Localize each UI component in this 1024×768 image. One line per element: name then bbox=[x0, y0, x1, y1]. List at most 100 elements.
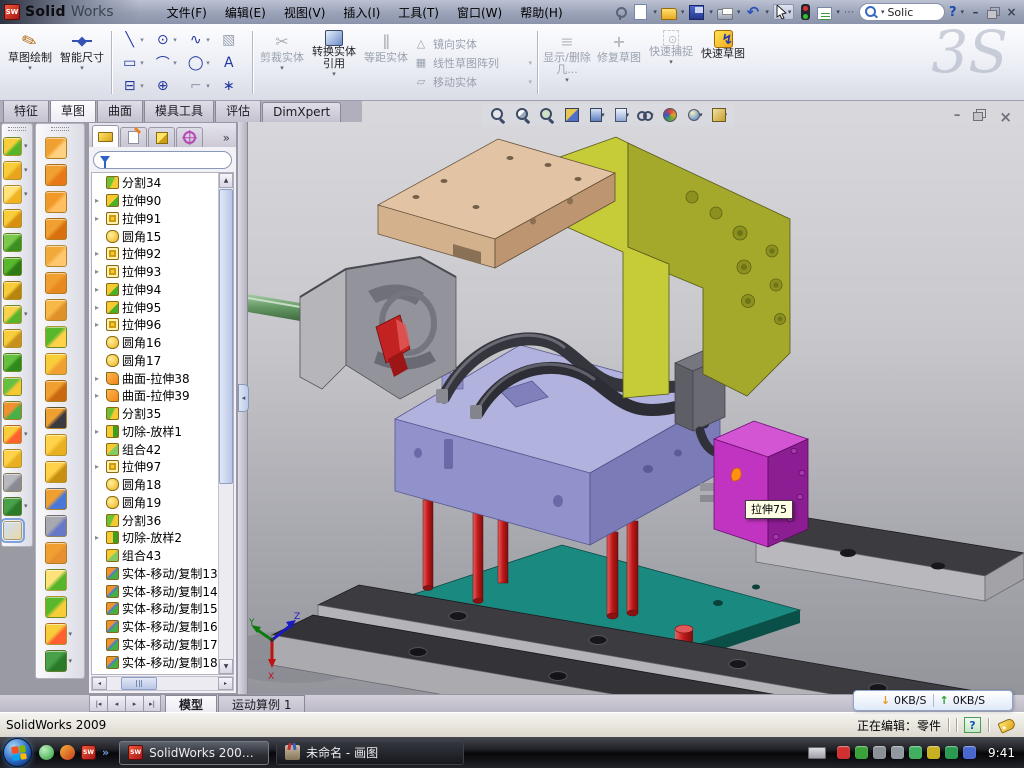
command-button[interactable]: 草图绘制 ▾ bbox=[4, 27, 56, 98]
tree-item[interactable]: ▸ 分割34 bbox=[92, 174, 218, 192]
save-button[interactable] bbox=[689, 5, 704, 20]
tree-item[interactable]: ▸ 实体-移动/复制14 bbox=[92, 582, 218, 600]
menu-item[interactable]: 窗口(W) bbox=[448, 1, 511, 24]
tree-item[interactable]: ▸ 拉伸94 bbox=[92, 281, 218, 299]
sketch-entity-button[interactable]: ⊕ ▾ bbox=[149, 74, 182, 97]
tab-property-manager[interactable] bbox=[120, 127, 147, 147]
save-dropdown[interactable]: ▾ bbox=[709, 8, 713, 16]
display-style-button[interactable] bbox=[612, 106, 630, 124]
help-dropdown[interactable]: ▾ bbox=[960, 8, 964, 16]
command-button[interactable]: 智能尺寸 ▾ bbox=[56, 27, 108, 98]
tree-item[interactable]: ▸ 切除-放样2 bbox=[92, 529, 218, 547]
help-button[interactable]: ? bbox=[949, 5, 957, 20]
expand-arrow-icon[interactable]: ▸ bbox=[95, 462, 103, 471]
untrim-surface-icon[interactable] bbox=[45, 461, 67, 483]
undo-button[interactable]: ↶ bbox=[744, 4, 761, 21]
select-dropdown[interactable]: ▾ bbox=[788, 8, 792, 16]
previous-view-button[interactable] bbox=[538, 106, 556, 124]
zoom-to-area-button[interactable] bbox=[514, 106, 532, 124]
menu-item[interactable]: 文件(F) bbox=[158, 1, 216, 24]
apply-scene-button[interactable] bbox=[685, 106, 703, 124]
hole-wizard-icon[interactable] bbox=[3, 281, 22, 300]
sketch-entity-button[interactable]: A ▾ bbox=[215, 51, 248, 74]
tree-item[interactable]: ▸ 实体-移动/复制17 bbox=[92, 636, 218, 654]
toolbar-grip[interactable] bbox=[8, 127, 26, 131]
surface-helix-icon[interactable] bbox=[45, 650, 67, 672]
model-tab[interactable]: 模型 bbox=[165, 695, 217, 712]
scrollbar-thumb[interactable] bbox=[219, 189, 233, 484]
tree-item[interactable]: ▸ 拉伸97 bbox=[92, 458, 218, 476]
ribbon-tab[interactable]: DimXpert bbox=[262, 102, 341, 122]
instant3d-icon[interactable] bbox=[3, 521, 22, 540]
swept-boss-icon[interactable] bbox=[3, 209, 22, 228]
tab-feature-manager[interactable] bbox=[92, 125, 119, 147]
scroll-left-button[interactable]: ◂ bbox=[92, 677, 107, 690]
command-button[interactable]: 显示/删除几... ▾ bbox=[541, 27, 593, 98]
sketch-entity-button[interactable]: ⊙ ▾ bbox=[149, 28, 182, 51]
extruded-boss-icon[interactable] bbox=[3, 137, 22, 156]
command-dropdown[interactable]: ▾ bbox=[28, 64, 32, 72]
reference-geometry-icon[interactable] bbox=[3, 473, 22, 492]
print-button[interactable] bbox=[717, 9, 733, 20]
tree-item[interactable]: ▸ 曲面-拉伸38 bbox=[92, 369, 218, 387]
tray-update-icon[interactable] bbox=[873, 746, 886, 759]
tree-item[interactable]: ▸ 分割36 bbox=[92, 511, 218, 529]
sketch-entity-button[interactable]: ⌒ ▾ bbox=[149, 51, 182, 74]
menu-item[interactable]: 视图(V) bbox=[275, 1, 335, 24]
extruded-surface-icon[interactable] bbox=[45, 137, 67, 159]
expand-arrow-icon[interactable]: ▸ bbox=[95, 374, 103, 383]
edit-appearance-button[interactable] bbox=[661, 106, 679, 124]
scrollbar-thumb[interactable] bbox=[121, 677, 157, 690]
search-box[interactable]: ▾ Solic bbox=[859, 3, 945, 21]
tree-item[interactable]: ▸ 拉伸90 bbox=[92, 192, 218, 210]
ribbon-tab[interactable]: 草图 bbox=[50, 98, 96, 122]
tree-item[interactable]: ▸ 实体-移动/复制13 bbox=[92, 565, 218, 583]
sketch-entity-button[interactable]: ⌐ ▾ bbox=[182, 74, 215, 97]
trim-surface-icon[interactable] bbox=[45, 515, 67, 537]
ribbon-tab[interactable]: 模具工具 bbox=[144, 99, 214, 122]
input-method-icon[interactable] bbox=[808, 747, 826, 759]
doc-close-button[interactable] bbox=[999, 108, 1012, 126]
command-button[interactable]: 修复草图 ▾ bbox=[593, 27, 645, 98]
tree-horizontal-scrollbar[interactable]: ◂ ▸ bbox=[91, 676, 234, 691]
filled-surface-icon[interactable] bbox=[45, 272, 67, 294]
thicken-icon[interactable] bbox=[45, 569, 67, 591]
minimize-button[interactable]: – bbox=[968, 5, 983, 19]
tree-item[interactable]: ▸ 拉伸95 bbox=[92, 298, 218, 316]
prev-tab-button[interactable] bbox=[107, 695, 125, 712]
tree-item[interactable]: ▸ 拉伸92 bbox=[92, 245, 218, 263]
scroll-down-button[interactable]: ▼ bbox=[219, 659, 233, 674]
command-button[interactable]: 剪裁实体 ▾ bbox=[256, 27, 308, 98]
command-dropdown[interactable]: ▾ bbox=[280, 64, 284, 72]
command-button[interactable]: 等距实体 ▾ bbox=[360, 27, 412, 98]
tree-item[interactable]: ▸ 圆角16 bbox=[92, 334, 218, 352]
expand-arrow-icon[interactable]: ▸ bbox=[95, 303, 103, 312]
sketch-entity-button[interactable]: ▧ ▾ bbox=[215, 28, 248, 51]
panel-collapse-handle[interactable] bbox=[238, 384, 249, 412]
first-tab-button[interactable] bbox=[89, 695, 107, 712]
tree-item[interactable]: ▸ 拉伸93 bbox=[92, 263, 218, 281]
undo-dropdown[interactable]: ▾ bbox=[765, 8, 769, 16]
doc-restore-button[interactable] bbox=[973, 108, 986, 121]
menu-item[interactable]: 编辑(E) bbox=[216, 1, 275, 24]
view-orientation-button[interactable] bbox=[587, 106, 605, 124]
tree-item[interactable]: ▸ 圆角17 bbox=[92, 352, 218, 370]
expand-arrow-icon[interactable]: ▸ bbox=[95, 196, 103, 205]
swept-surface-icon[interactable] bbox=[45, 191, 67, 213]
command-button[interactable]: 快速草图 ▾ bbox=[697, 27, 749, 98]
delete-face-icon[interactable] bbox=[45, 407, 67, 429]
panel-tabs-overflow[interactable] bbox=[223, 131, 234, 147]
checker-dropdown[interactable]: ▾ bbox=[836, 8, 840, 16]
tray-security-plus-icon[interactable] bbox=[945, 746, 958, 759]
fillet-icon[interactable] bbox=[3, 185, 22, 204]
pin-icon[interactable] bbox=[611, 4, 628, 21]
taskbar-window-button[interactable]: SolidWorks 2009 - ... bbox=[119, 741, 269, 765]
revolved-surface-icon[interactable] bbox=[45, 164, 67, 186]
expand-arrow-icon[interactable]: ▸ bbox=[95, 249, 103, 258]
search-dropdown[interactable]: ▾ bbox=[881, 8, 885, 16]
panel-splitter[interactable] bbox=[237, 122, 248, 694]
delete-body-icon[interactable] bbox=[3, 425, 22, 444]
model-canvas[interactable]: Y Z X bbox=[248, 101, 1024, 694]
expand-arrow-icon[interactable]: ▸ bbox=[95, 285, 103, 294]
graphics-viewport[interactable]: Y Z X ▾ ▾ ▾ bbox=[248, 101, 1024, 694]
